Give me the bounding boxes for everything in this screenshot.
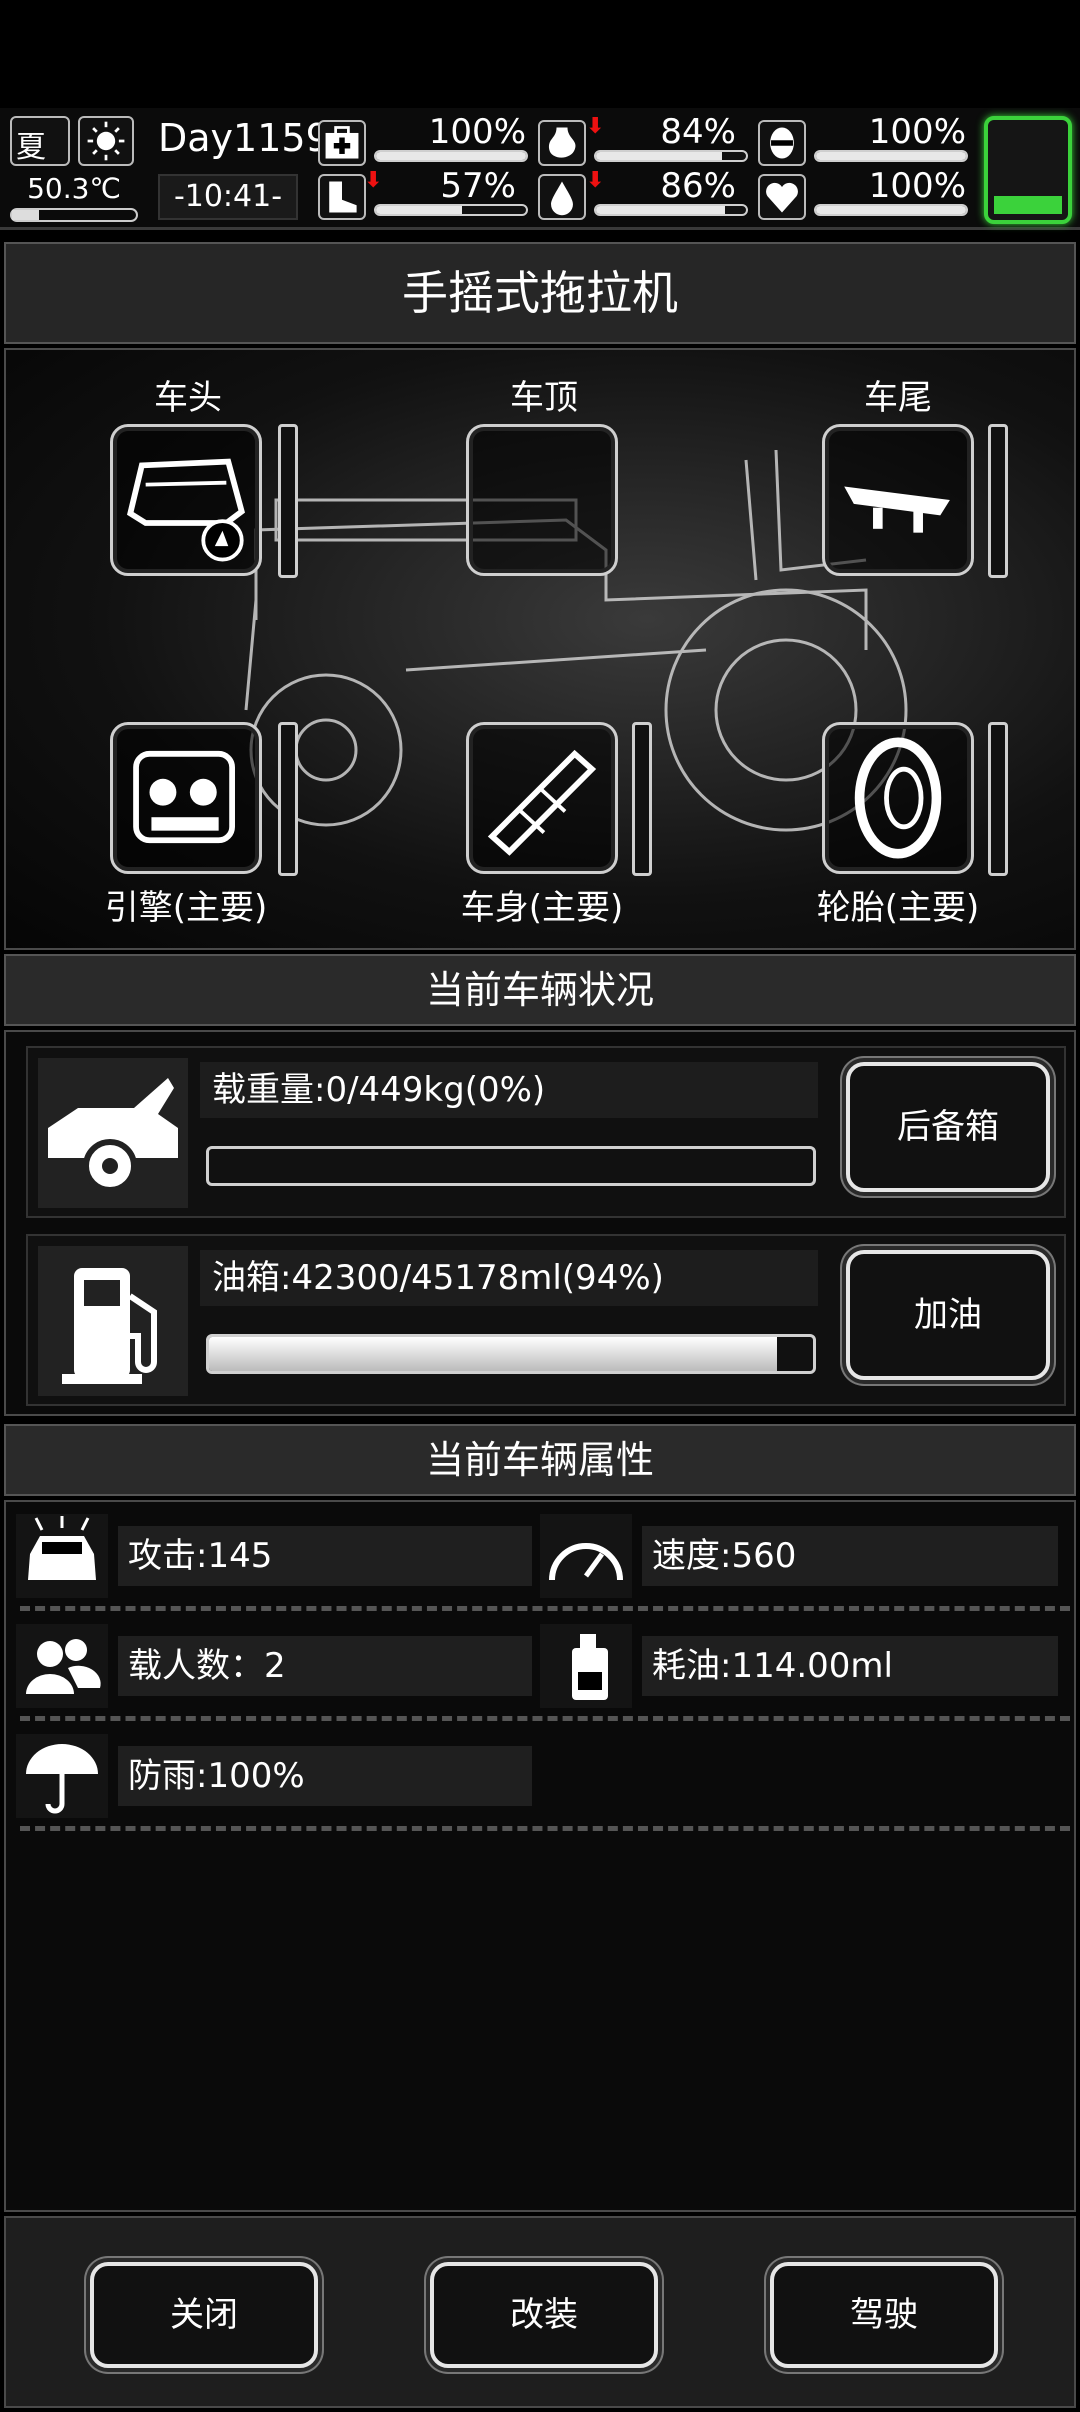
vehicle-attributes-panel: 攻击:145 速度:560 载人数：2 耗油:114.00ml 防雨:100%: [4, 1500, 1076, 2212]
clock: -10:41-: [158, 174, 298, 220]
load-bar: [206, 1146, 816, 1186]
slot-body[interactable]: [466, 722, 618, 874]
speedometer-icon: [540, 1514, 632, 1598]
close-button[interactable]: 关闭: [90, 2262, 318, 2368]
divider: [20, 1826, 1070, 1831]
day-counter: Day1159: [158, 116, 330, 160]
slot-rear[interactable]: [822, 424, 974, 576]
divider: [20, 1716, 1070, 1721]
slot-engine-label: 引擎(主要): [104, 888, 268, 928]
refuel-button[interactable]: 加油: [846, 1250, 1050, 1380]
fuel-use-value: 耗油:114.00ml: [642, 1636, 1058, 1696]
speed-value: 速度:560: [642, 1526, 1058, 1586]
mood-bar: [814, 150, 968, 162]
temperature: 50.3℃: [27, 172, 121, 205]
vehicle-status-title: 当前车辆状况: [4, 954, 1076, 1026]
modify-button[interactable]: 改装: [430, 2262, 658, 2368]
fuel-row: 油箱:42300/45178ml(94%) 加油: [26, 1234, 1066, 1406]
temperature-gauge: [10, 208, 138, 222]
oil-bottle-icon: [540, 1624, 632, 1708]
fuel-pump-icon: [38, 1246, 188, 1396]
rainproof-value: 防雨:100%: [118, 1746, 532, 1806]
car-attack-icon: [16, 1514, 108, 1598]
season-label: 夏: [16, 130, 46, 165]
status-hud: 夏 50.3℃ Day1159 -10:41- 100% ⬇ 84% 100% …: [0, 108, 1080, 230]
stamina-bar: [374, 204, 528, 216]
umbrella-icon: [16, 1734, 108, 1818]
slot-body-durability: [632, 722, 652, 876]
car-trunk-icon: [38, 1058, 188, 1208]
divider: [20, 1606, 1070, 1611]
slot-engine[interactable]: [110, 722, 262, 874]
slot-front[interactable]: [110, 424, 262, 576]
battery-icon[interactable]: [984, 116, 1072, 224]
heart-value: 100%: [868, 166, 966, 206]
vehicle-parts-panel: 车头 车顶 车尾 引擎(主要) 车身(主要) 轮胎(主要): [4, 348, 1076, 950]
passengers-icon: [16, 1624, 108, 1708]
vehicle-status-panel: 载重量:0/449kg(0%) 后备箱 油箱:42300/45178ml(94%…: [4, 1030, 1076, 1416]
slot-front-title: 车头: [154, 378, 222, 418]
health-bar: [374, 150, 528, 162]
fuel-text: 油箱:42300/45178ml(94%): [200, 1250, 818, 1306]
slot-rear-title: 车尾: [864, 378, 932, 418]
slot-front-durability: [278, 424, 298, 578]
slot-tire[interactable]: [822, 722, 974, 874]
load-row: 载重量:0/449kg(0%) 后备箱: [26, 1046, 1066, 1218]
tire-icon: [854, 737, 942, 859]
slot-body-label: 车身(主要): [460, 888, 624, 928]
thirst-value: 86%: [660, 166, 736, 206]
hunger-value: 84%: [660, 112, 736, 152]
attack-value: 攻击:145: [118, 1526, 532, 1586]
slot-tire-label: 轮胎(主要): [816, 888, 980, 928]
load-text: 载重量:0/449kg(0%): [200, 1062, 818, 1118]
slot-roof-title: 车顶: [510, 378, 578, 418]
thirst-bar: [594, 204, 748, 216]
hunger-bar: [594, 150, 748, 162]
car-front-bumper-icon: [127, 458, 246, 562]
stamina-value: 57%: [440, 166, 516, 206]
vehicle-attributes-title: 当前车辆属性: [4, 1424, 1076, 1496]
fuel-bar: [206, 1334, 816, 1374]
footer-bar: 关闭 改装 驾驶: [4, 2216, 1076, 2408]
passengers-value: 载人数：2: [118, 1636, 532, 1696]
rear-spoiler-icon: [844, 486, 950, 533]
season-badge: 夏: [10, 116, 70, 166]
slot-rear-durability: [988, 424, 1008, 578]
drive-button[interactable]: 驾驶: [770, 2262, 998, 2368]
vehicle-name: 手摇式拖拉机: [4, 242, 1076, 344]
slot-tire-durability: [988, 722, 1008, 876]
car-body-icon: [487, 749, 597, 856]
engine-icon: [133, 750, 235, 844]
trunk-button[interactable]: 后备箱: [846, 1062, 1050, 1192]
slot-roof[interactable]: [466, 424, 618, 576]
mood-value: 100%: [868, 112, 966, 152]
slot-engine-durability: [278, 722, 298, 876]
sun-icon: [78, 116, 134, 166]
heart-bar: [814, 204, 968, 216]
health-value: 100%: [428, 112, 526, 152]
